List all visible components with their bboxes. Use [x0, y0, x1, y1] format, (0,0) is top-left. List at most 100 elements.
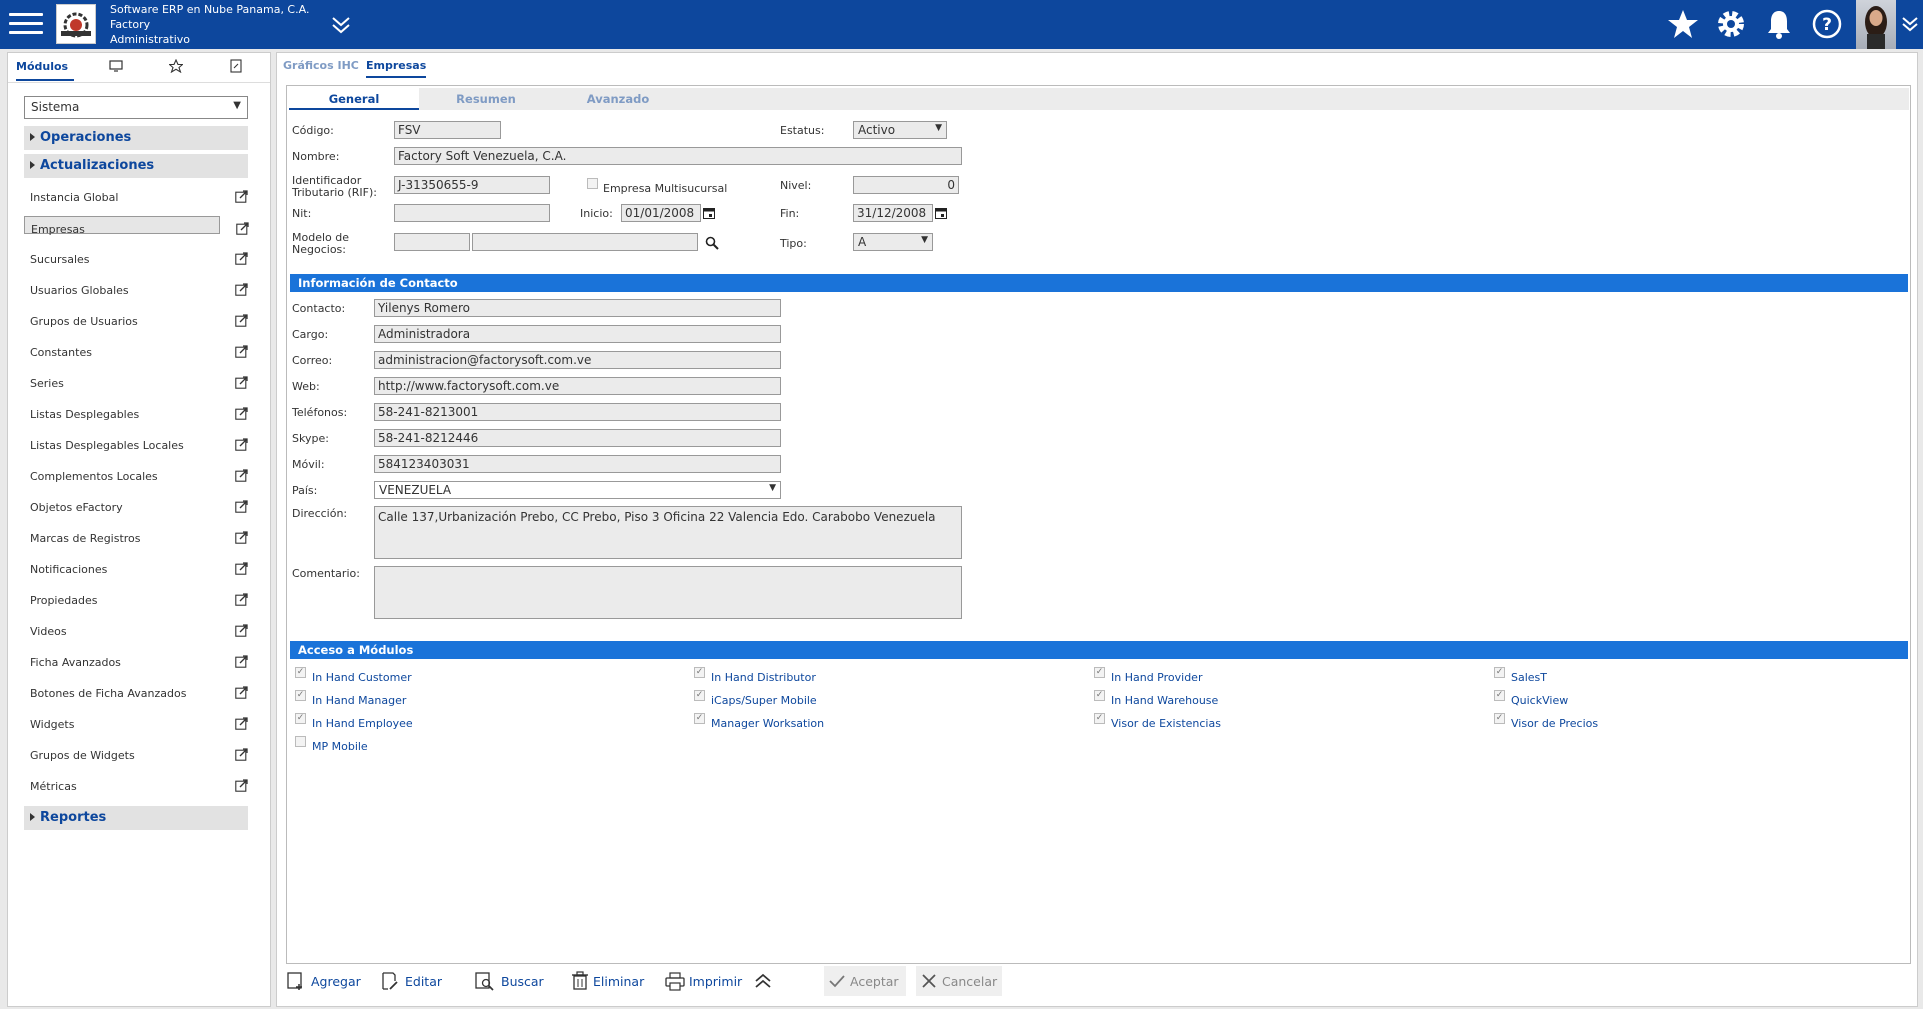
tab-graficos-ihc[interactable]: Gráficos IHC [283, 59, 359, 72]
sidebar-item[interactable]: Widgets [24, 712, 248, 738]
sidebar-item[interactable]: Marcas de Registros [24, 526, 248, 552]
nivel-field[interactable]: 0 [853, 176, 959, 194]
external-link-icon[interactable] [235, 748, 248, 761]
sidebar-item[interactable]: Videos [24, 619, 248, 645]
external-link-icon[interactable] [235, 500, 248, 513]
movil-field[interactable]: 584123403031 [374, 455, 781, 473]
tab-documentos[interactable] [206, 53, 266, 81]
external-link-icon[interactable] [235, 562, 248, 575]
modelo-desc-field[interactable] [472, 233, 698, 251]
module-checkbox[interactable]: ✓ [1094, 690, 1105, 701]
skype-field[interactable]: 58-241-8212446 [374, 429, 781, 447]
modelo-code-field[interactable] [394, 233, 470, 251]
module-checkbox[interactable]: ✓ [1494, 667, 1505, 678]
subtab-general[interactable]: General [289, 88, 419, 110]
module-checkbox[interactable]: ✓ [295, 690, 306, 701]
sidebar-item[interactable]: Métricas [24, 774, 248, 800]
sidebar-item[interactable]: Empresas [24, 216, 249, 236]
sidebar-item[interactable]: Propiedades [24, 588, 248, 614]
aceptar-button[interactable]: Aceptar [824, 966, 906, 996]
menu-icon[interactable] [9, 10, 43, 38]
tipo-select[interactable]: A ▼ [853, 233, 933, 251]
tab-modulos[interactable]: Módulos [16, 53, 74, 81]
external-link-icon[interactable] [235, 469, 248, 482]
external-link-icon[interactable] [235, 376, 248, 389]
star-icon[interactable] [1667, 8, 1699, 40]
sidebar-item[interactable]: Listas Desplegables Locales [24, 433, 248, 459]
external-link-icon[interactable] [235, 438, 248, 451]
subtab-resumen[interactable]: Resumen [421, 88, 551, 110]
fin-field[interactable]: 31/12/2008 [853, 204, 933, 222]
sidebar-item[interactable]: Objetos eFactory [24, 495, 248, 521]
module-checkbox[interactable]: ✓ [1094, 713, 1105, 724]
codigo-field[interactable]: FSV [394, 121, 501, 139]
imprimir-button[interactable]: Imprimir [665, 966, 745, 996]
eliminar-button[interactable]: Eliminar [571, 966, 651, 996]
user-avatar[interactable] [1856, 0, 1896, 49]
help-icon[interactable]: ? [1811, 8, 1843, 40]
external-link-icon[interactable] [235, 190, 248, 203]
comentario-textarea[interactable] [374, 566, 962, 619]
editar-button[interactable]: Editar [381, 966, 451, 996]
module-checkbox[interactable]: ✓ [295, 667, 306, 678]
tab-monitor[interactable] [86, 53, 146, 81]
module-checkbox[interactable]: ✓ [295, 713, 306, 724]
cargo-field[interactable]: Administradora [374, 325, 781, 343]
external-link-icon[interactable] [235, 624, 248, 637]
sidebar-item[interactable]: Ficha Avanzados [24, 650, 248, 676]
external-link-icon[interactable] [235, 655, 248, 668]
agregar-button[interactable]: Agregar [287, 966, 367, 996]
group-operaciones[interactable]: Operaciones [24, 126, 248, 150]
rif-field[interactable]: J-31350655-9 [394, 176, 550, 194]
external-link-icon[interactable] [235, 407, 248, 420]
module-select[interactable]: Sistema ▼ [24, 96, 248, 119]
external-link-icon[interactable] [235, 717, 248, 730]
calendar-icon[interactable] [703, 207, 715, 219]
buscar-button[interactable]: Buscar [475, 966, 551, 996]
group-reportes[interactable]: Reportes [24, 806, 248, 830]
module-checkbox[interactable]: ✓ [1494, 713, 1505, 724]
sidebar-item[interactable]: Notificaciones [24, 557, 248, 583]
correo-field[interactable]: administracion@factorysoft.com.ve [374, 351, 781, 369]
web-field[interactable]: http://www.factorysoft.com.ve [374, 377, 781, 395]
external-link-icon[interactable] [235, 779, 248, 792]
double-chevron-up-icon[interactable] [753, 971, 773, 991]
module-checkbox[interactable]: ✓ [1494, 690, 1505, 701]
external-link-icon[interactable] [236, 222, 249, 235]
group-actualizaciones[interactable]: Actualizaciones [24, 154, 248, 178]
sidebar-item[interactable]: Botones de Ficha Avanzados [24, 681, 248, 707]
module-checkbox[interactable]: ✓ [694, 713, 705, 724]
sidebar-item[interactable]: Listas Desplegables [24, 402, 248, 428]
calendar-icon[interactable] [935, 207, 947, 219]
multisucursal-checkbox[interactable] [587, 178, 598, 189]
cancelar-button[interactable]: Cancelar [916, 966, 1002, 996]
subtab-avanzado[interactable]: Avanzado [553, 88, 683, 110]
sidebar-item[interactable]: Sucursales [24, 247, 248, 273]
sidebar-item[interactable]: Instancia Global [24, 185, 248, 211]
external-link-icon[interactable] [235, 314, 248, 327]
contacto-field[interactable]: Yilenys Romero [374, 299, 781, 317]
double-chevron-down-icon[interactable] [330, 14, 352, 36]
nit-field[interactable] [394, 204, 550, 222]
bell-icon[interactable] [1763, 8, 1795, 40]
external-link-icon[interactable] [235, 593, 248, 606]
pais-select[interactable]: VENEZUELA ▼ [374, 481, 781, 499]
sidebar-item[interactable]: Complementos Locales [24, 464, 248, 490]
external-link-icon[interactable] [235, 283, 248, 296]
sidebar-item[interactable]: Grupos de Widgets [24, 743, 248, 769]
external-link-icon[interactable] [235, 531, 248, 544]
external-link-icon[interactable] [235, 686, 248, 699]
telefonos-field[interactable]: 58-241-8213001 [374, 403, 781, 421]
tab-favoritos[interactable] [146, 53, 206, 81]
module-checkbox[interactable]: ✓ [694, 690, 705, 701]
sidebar-item[interactable]: Series [24, 371, 248, 397]
module-checkbox[interactable]: ✓ [694, 667, 705, 678]
module-checkbox[interactable] [295, 736, 306, 747]
external-link-icon[interactable] [235, 345, 248, 358]
inicio-field[interactable]: 01/01/2008 [621, 204, 701, 222]
search-icon[interactable] [705, 236, 719, 250]
sidebar-item[interactable]: Constantes [24, 340, 248, 366]
tab-empresas[interactable]: Empresas [366, 59, 427, 78]
module-checkbox[interactable]: ✓ [1094, 667, 1105, 678]
direccion-textarea[interactable]: Calle 137,Urbanización Prebo, CC Prebo, … [374, 506, 962, 559]
